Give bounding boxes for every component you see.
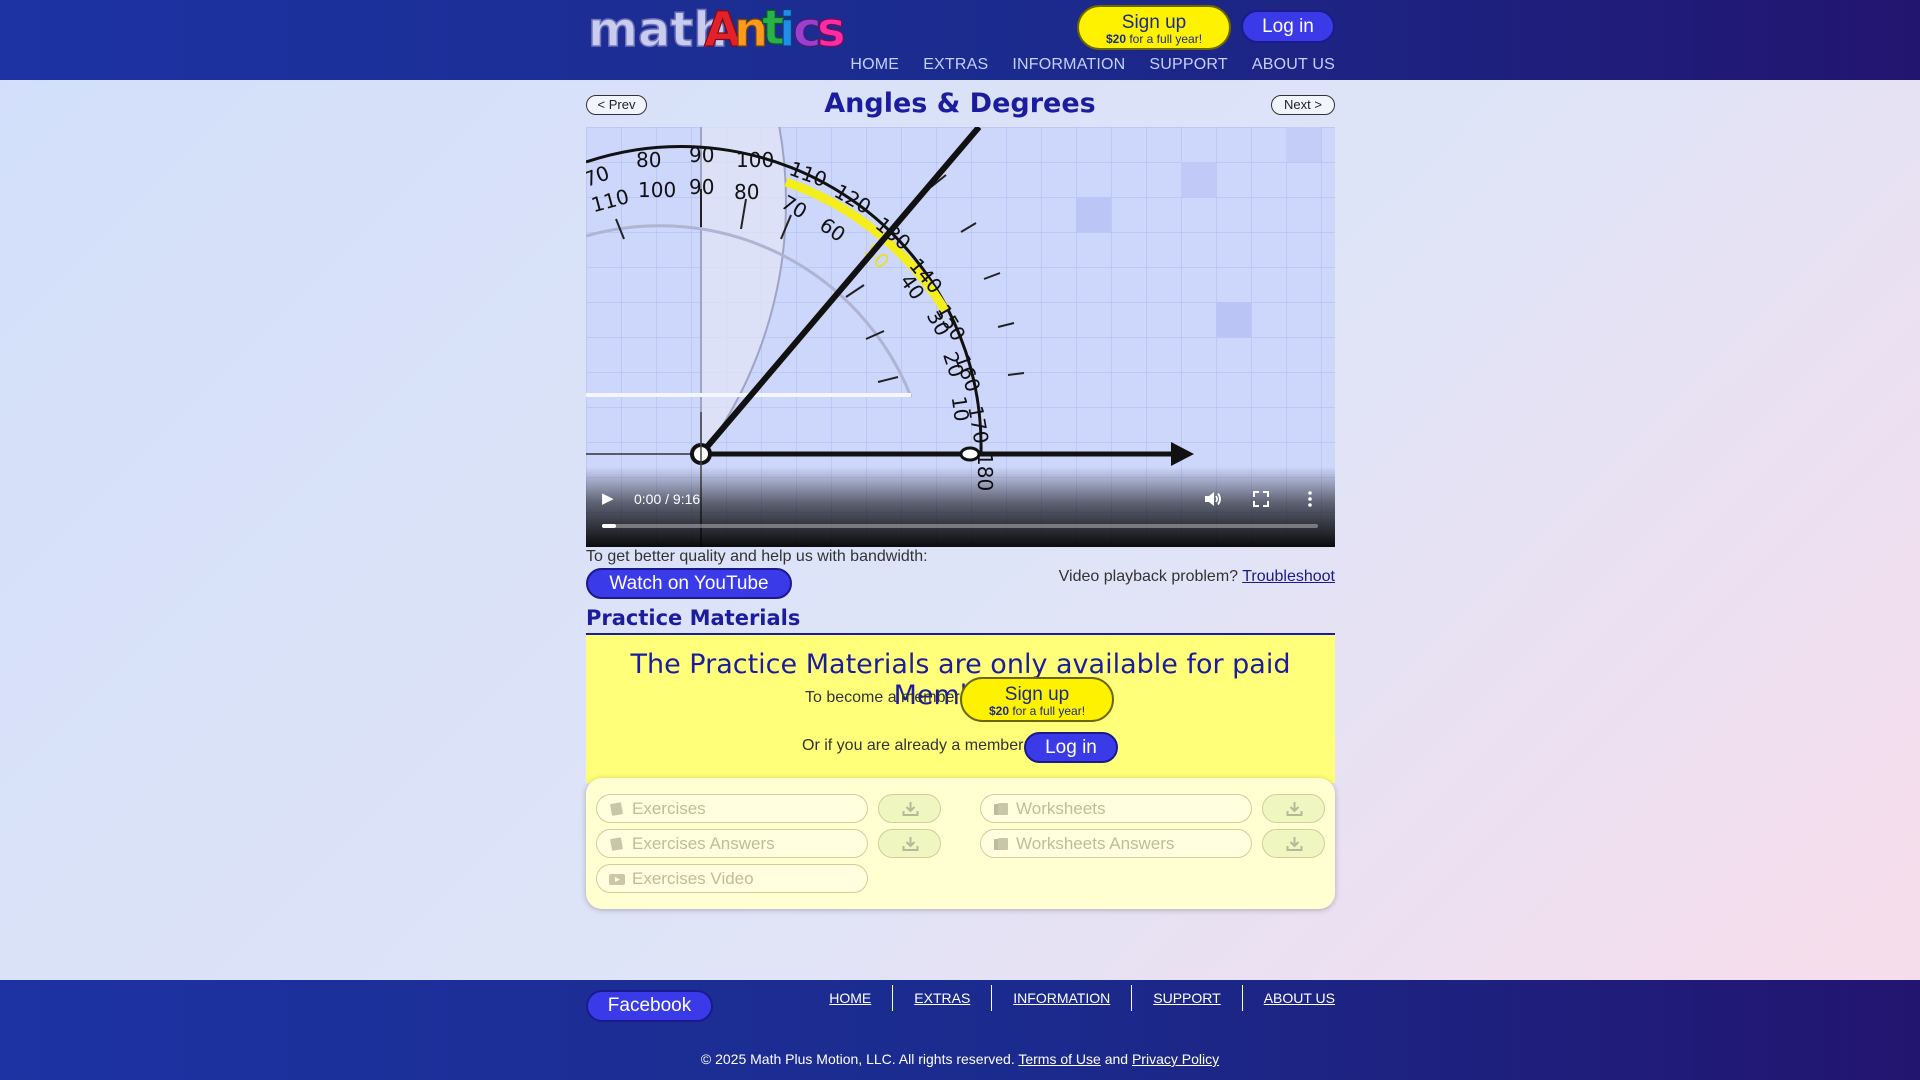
nav-home[interactable]: HOME	[850, 56, 899, 74]
download-icon	[902, 837, 919, 851]
documents-icon	[994, 803, 1008, 815]
play-icon[interactable]: ▶	[602, 489, 614, 507]
worksheets-label: Worksheets	[1016, 799, 1106, 818]
exercises-video-item[interactable]: Exercises Video	[596, 864, 868, 893]
download-icon	[1286, 837, 1303, 851]
svg-text:10: 10	[947, 394, 974, 423]
footer-nav: HOME EXTRAS INFORMATION SUPPORT ABOUT US	[808, 985, 1335, 1011]
video-icon	[609, 874, 625, 885]
document-icon	[610, 802, 623, 816]
worksheets-answers-label: Worksheets Answers	[1016, 834, 1175, 853]
footer-nav-support[interactable]: SUPPORT	[1131, 985, 1241, 1011]
nav-support[interactable]: SUPPORT	[1149, 56, 1227, 74]
exercises-label: Exercises	[632, 799, 706, 818]
footer-nav-extras[interactable]: EXTRAS	[892, 985, 991, 1011]
practice-section-title: Practice Materials	[586, 606, 801, 630]
logo-antics-text: A n t i c s	[703, 0, 846, 56]
signup-price-line: $20 for a full year!	[962, 705, 1112, 718]
site-footer: Facebook HOME EXTRAS INFORMATION SUPPORT…	[0, 980, 1920, 1080]
svg-text:s: s	[817, 2, 846, 56]
header-login-button[interactable]: Log in	[1241, 10, 1335, 43]
video-time: 0:00 / 9:16	[634, 491, 701, 507]
fullscreen-icon[interactable]	[1251, 489, 1271, 509]
video-progress-fill	[602, 524, 617, 528]
signup-label: Sign up	[1004, 684, 1070, 705]
playback-problem: Video playback problem? Troubleshoot	[1059, 568, 1335, 586]
playback-problem-text: Video playback problem?	[1058, 568, 1239, 585]
signup-label: Sign up	[1121, 12, 1187, 33]
worksheets-answers-item[interactable]: Worksheets Answers	[980, 829, 1252, 858]
signup-price-line: $20 for a full year!	[1079, 33, 1229, 46]
site-header: math A n t i c s Sign up $20 for a full …	[0, 0, 1920, 80]
lesson-title: Angles & Degrees	[824, 88, 1096, 119]
svg-text:100: 100	[638, 178, 676, 202]
svg-text:80: 80	[636, 148, 661, 172]
member-notice: The Practice Materials are only availabl…	[586, 635, 1335, 783]
footer-nav-home[interactable]: HOME	[808, 985, 892, 1011]
documents-icon	[994, 838, 1008, 850]
worksheets-item[interactable]: Worksheets	[980, 794, 1252, 823]
more-vert-icon[interactable]	[1300, 489, 1320, 509]
terms-of-use-link[interactable]: Terms of Use	[1018, 1051, 1100, 1067]
troubleshoot-link[interactable]: Troubleshoot	[1242, 568, 1335, 585]
video-progress-bar[interactable]	[602, 524, 1318, 528]
document-icon	[610, 837, 623, 851]
exercises-answers-label: Exercises Answers	[632, 834, 775, 853]
member-signup-button[interactable]: Sign up $20 for a full year!	[960, 677, 1114, 722]
svg-text:90: 90	[689, 143, 714, 167]
header-signup-button[interactable]: Sign up $20 for a full year!	[1077, 5, 1231, 50]
watch-on-youtube-button[interactable]: Watch on YouTube	[586, 568, 792, 599]
copyright-text: © 2025 Math Plus Motion, LLC. All rights…	[700, 1051, 1015, 1067]
exercises-answers-item[interactable]: Exercises Answers	[596, 829, 868, 858]
exercises-download-button[interactable]	[878, 794, 941, 823]
nav-information[interactable]: INFORMATION	[1012, 56, 1125, 74]
already-member-text: Or if you are already a member:	[802, 737, 1028, 754]
exercises-answers-download-button[interactable]	[878, 829, 941, 858]
signup-suffix: for a full year!	[1126, 32, 1203, 46]
bandwidth-text: To get better quality and help us with b…	[586, 548, 928, 565]
exercises-video-label: Exercises Video	[632, 869, 754, 888]
and-text: and	[1104, 1051, 1129, 1067]
download-icon	[1286, 802, 1303, 816]
nav-about-us[interactable]: ABOUT US	[1252, 56, 1335, 74]
prev-lesson-button[interactable]: < Prev	[586, 95, 647, 115]
become-member-text: To become a member:	[805, 689, 965, 706]
facebook-button[interactable]: Facebook	[586, 990, 713, 1022]
video-player[interactable]: 70 80 90 100 110 120 130 140 150 160 170…	[586, 127, 1335, 547]
video-controls: ▶ 0:00 / 9:16	[586, 467, 1335, 547]
worksheets-download-button[interactable]	[1262, 794, 1325, 823]
volume-icon[interactable]	[1203, 489, 1223, 509]
download-icon	[902, 802, 919, 816]
signup-price: $20	[1105, 32, 1126, 46]
top-nav: HOME EXTRAS INFORMATION SUPPORT ABOUT US	[850, 56, 1335, 74]
math-antics-logo[interactable]: math A n t i c s	[586, 0, 846, 56]
privacy-policy-link[interactable]: Privacy Policy	[1132, 1051, 1219, 1067]
signup-suffix: for a full year!	[1009, 704, 1086, 718]
svg-text:100: 100	[736, 148, 774, 172]
exercises-item[interactable]: Exercises	[596, 794, 868, 823]
member-login-button[interactable]: Log in	[1024, 732, 1118, 763]
signup-price: $20	[988, 704, 1009, 718]
worksheets-answers-download-button[interactable]	[1262, 829, 1325, 858]
footer-nav-information[interactable]: INFORMATION	[991, 985, 1131, 1011]
ray-marker	[959, 446, 981, 462]
footer-nav-about-us[interactable]: ABOUT US	[1241, 985, 1335, 1011]
next-lesson-button[interactable]: Next >	[1271, 95, 1335, 115]
copyright: © 2025 Math Plus Motion, LLC. All rights…	[0, 1051, 1920, 1067]
nav-extras[interactable]: EXTRAS	[923, 56, 988, 74]
materials-panel: Exercises Exercises Answers Exercises Vi…	[586, 778, 1335, 909]
